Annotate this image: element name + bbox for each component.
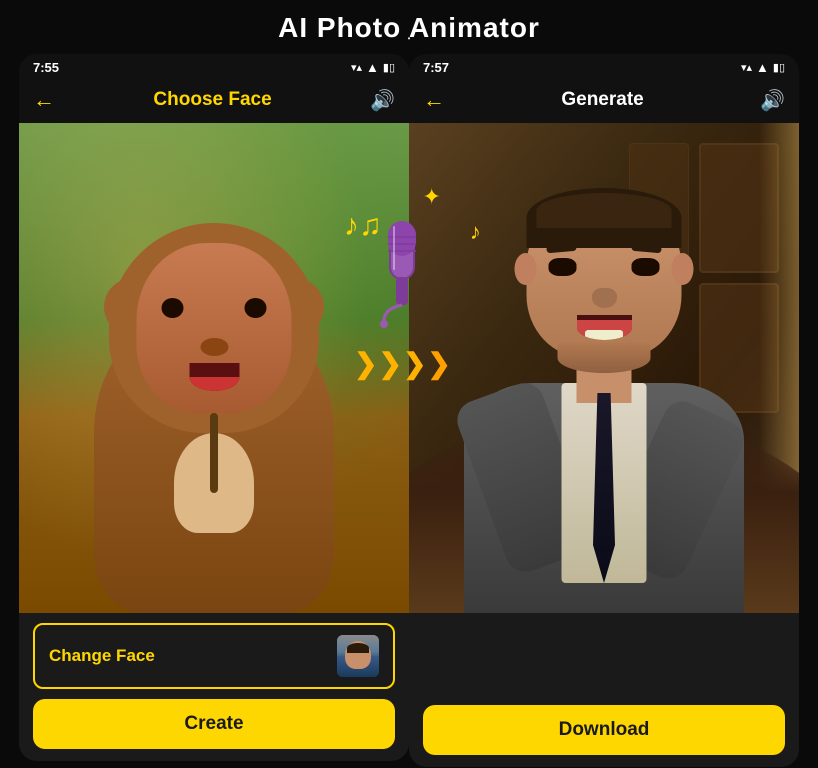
left-battery-icon: ▮▯ [383, 61, 395, 74]
left-signal-icon: ▾▴ [351, 61, 362, 74]
change-face-button[interactable]: Change Face [33, 623, 395, 689]
left-phone: 7:55 ▾▴ ▲ ▮▯ ← Choose Face 🔊 [19, 54, 409, 761]
thumb-inner [337, 635, 379, 677]
page-title: AI Photo Animator [278, 12, 540, 44]
suit-image [409, 123, 799, 613]
right-time: 7:57 [423, 60, 449, 75]
sparkle-icon: ✦ [422, 184, 440, 210]
left-bottom-area: Change Face Create [19, 613, 409, 761]
right-phone: 7:57 ▾▴ ▲ ▮▯ ← Generate 🔊 [409, 54, 799, 767]
right-image-area [409, 123, 799, 613]
face-thumbnail [337, 635, 379, 677]
right-sound-button[interactable]: 🔊 [760, 88, 785, 113]
left-top-bar: ← Choose Face 🔊 [19, 79, 409, 123]
right-battery-icon: ▮▯ [773, 61, 785, 74]
right-top-bar: ← Generate 🔊 [409, 79, 799, 123]
left-status-icons: ▾▴ ▲ ▮▯ [351, 60, 395, 75]
right-signal-icon: ▾▴ [741, 61, 752, 74]
right-wifi-icon: ▲ [756, 60, 769, 75]
left-back-button[interactable]: ← [33, 87, 55, 113]
music-note-left-icon: ♪♫ [344, 209, 382, 243]
arrow-2-icon: ❯ [378, 347, 401, 380]
left-time: 7:55 [33, 60, 59, 75]
change-face-label: Change Face [49, 646, 155, 666]
left-status-bar: 7:55 ▾▴ ▲ ▮▯ [19, 54, 409, 79]
left-header-title: Choose Face [153, 89, 271, 111]
right-status-bar: 7:57 ▾▴ ▲ ▮▯ [409, 54, 799, 79]
right-bottom-area: Download [409, 613, 799, 767]
monkey-image [19, 123, 409, 613]
arrow-3-icon: ❯ [403, 347, 426, 380]
left-wifi-icon: ▲ [366, 60, 379, 75]
arrows-row: ❯ ❯ ❯ ❯ [354, 347, 451, 380]
right-header-title: Generate [561, 89, 643, 111]
left-sound-button[interactable]: 🔊 [370, 88, 395, 113]
phones-container: 7:55 ▾▴ ▲ ▮▯ ← Choose Face 🔊 [19, 54, 799, 767]
download-button[interactable]: Download [423, 705, 785, 755]
music-note-right-icon: ♪ [470, 219, 481, 245]
right-status-icons: ▾▴ ▲ ▮▯ [741, 60, 785, 75]
arrow-4-icon: ❯ [427, 347, 450, 380]
create-button[interactable]: Create [33, 699, 395, 749]
left-image-area [19, 123, 409, 613]
right-back-button[interactable]: ← [423, 87, 445, 113]
arrow-1-icon: ❯ [354, 347, 377, 380]
